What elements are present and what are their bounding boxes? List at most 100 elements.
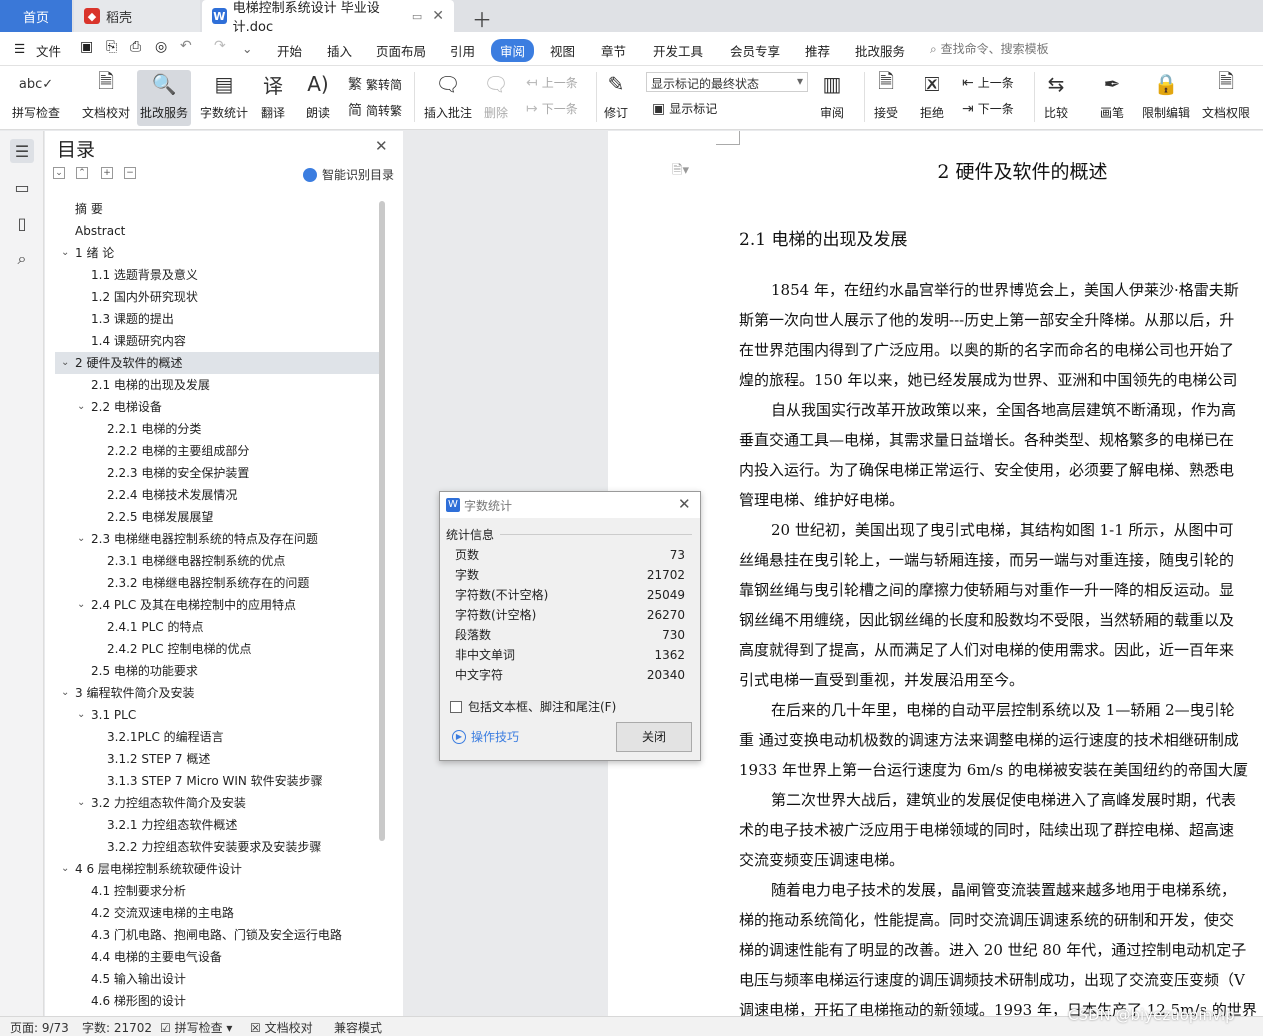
menu-member[interactable]: 会员专享: [730, 41, 780, 60]
pen-button[interactable]: ✒ 画笔: [1098, 70, 1126, 121]
toc-item[interactable]: 3.1.3 STEP 7 Micro WIN 软件安装步骤: [55, 770, 379, 792]
word-count-button[interactable]: ▤ 字数统计: [200, 70, 248, 121]
tab-daoke[interactable]: ◆ 稻壳: [74, 0, 200, 32]
doc-proof-button[interactable]: 🗎 文档校对: [82, 69, 130, 121]
chevron-down-icon[interactable]: ⌄: [61, 858, 69, 880]
menu-references[interactable]: 引用: [450, 41, 475, 60]
spell-check-button[interactable]: abc✓ 拼写检查: [12, 70, 60, 121]
print-icon[interactable]: ⎙: [130, 39, 141, 55]
chevron-down-icon[interactable]: ⌄: [61, 242, 69, 264]
toc-item[interactable]: 2.2.4 电梯技术发展情况: [55, 484, 379, 506]
toc-item[interactable]: ⌄ 4 6 层电梯控制系统软硬件设计: [55, 858, 379, 880]
toc-icon[interactable]: ☰: [10, 139, 34, 163]
doc-proof-status[interactable]: ☒ 文档校对: [250, 1019, 313, 1036]
toc-item[interactable]: ⌄ 3 编程软件简介及安装: [55, 682, 379, 704]
toc-item[interactable]: 2.4.1 PLC 的特点: [55, 616, 379, 638]
chevron-down-icon[interactable]: ⌄: [77, 704, 85, 726]
page-indicator[interactable]: 页面: 9/73: [10, 1019, 69, 1036]
toc-item[interactable]: ⌄ 2 硬件及软件的概述: [55, 352, 379, 374]
next-comment-button[interactable]: ↦ 下一条: [526, 100, 578, 117]
spell-check-status[interactable]: ☑ 拼写检查 ▾: [160, 1019, 232, 1036]
toc-item[interactable]: 2.5 电梯的功能要求: [55, 660, 379, 682]
undo-icon[interactable]: ↶: [180, 38, 192, 54]
redo-icon[interactable]: ↷: [214, 38, 226, 54]
smart-toc-button[interactable]: 智能识别目录: [303, 166, 394, 183]
close-icon[interactable]: ✕: [375, 137, 388, 155]
chevron-down-icon[interactable]: ⌄: [77, 396, 85, 418]
menu-insert[interactable]: 插入: [327, 41, 352, 60]
collapse-all-icon[interactable]: ⌃: [76, 167, 88, 179]
toc-item[interactable]: 1.4 课题研究内容: [55, 330, 379, 352]
toc-item[interactable]: 1.2 国内外研究现状: [55, 286, 379, 308]
toc-item[interactable]: ⌄ 2.3 电梯继电器控制系统的特点及存在问题: [55, 528, 379, 550]
expand-all-icon[interactable]: ⌄: [53, 167, 65, 179]
toc-item[interactable]: ⌄ 2.2 电梯设备: [55, 396, 379, 418]
monitor-icon[interactable]: ▭: [412, 10, 422, 23]
toc-item[interactable]: 4.4 电梯的主要电气设备: [55, 946, 379, 968]
menu-start[interactable]: 开始: [277, 41, 302, 60]
toc-item[interactable]: 2.3.1 电梯继电器控制系统的优点: [55, 550, 379, 572]
menu-correction[interactable]: 批改服务: [855, 41, 905, 60]
review-pane-button[interactable]: ▥ 审阅: [818, 70, 846, 121]
compare-button[interactable]: ⇆ 比较: [1042, 70, 1070, 121]
toc-item[interactable]: 1.1 选题背景及意义: [55, 264, 379, 286]
toc-item[interactable]: 4.2 交流双速电梯的主电路: [55, 902, 379, 924]
toc-item[interactable]: 2.2.3 电梯的安全保护装置: [55, 462, 379, 484]
document-page[interactable]: 🗎▾ 2 硬件及软件的概述 2.1 电梯的出现及发展 1854 年，在纽约水晶宫…: [608, 131, 1263, 1016]
close-tab-icon[interactable]: ✕: [432, 8, 444, 24]
chevron-down-icon[interactable]: ⌄: [61, 682, 69, 704]
menu-view[interactable]: 视图: [550, 41, 575, 60]
toc-item[interactable]: 3.2.1 力控组态软件概述: [55, 814, 379, 836]
toc-item[interactable]: 4.5 输入输出设计: [55, 968, 379, 990]
close-button[interactable]: 关闭: [616, 722, 692, 752]
remove-heading-icon[interactable]: −: [124, 167, 136, 179]
export-pdf-icon[interactable]: ⎘: [106, 39, 117, 55]
toc-item[interactable]: ⌄ 3.2 力控组态软件简介及安装: [55, 792, 379, 814]
tab-document[interactable]: W 电梯控制系统设计 毕业设计.doc ▭ ✕: [202, 0, 454, 35]
insert-comment-button[interactable]: 🗨 插入批注: [424, 70, 472, 121]
toc-item[interactable]: 3.2.1PLC 的编程语言: [55, 726, 379, 748]
toc-item[interactable]: ⌄ 3.1 PLC: [55, 704, 379, 726]
toc-item[interactable]: ⌄ 1 绪 论: [55, 242, 379, 264]
toc-item[interactable]: 4.6 梯形图的设计: [55, 990, 379, 1012]
new-tab-button[interactable]: ＋: [462, 2, 502, 34]
menu-recommend[interactable]: 推荐: [805, 41, 830, 60]
checkbox-box[interactable]: [450, 700, 462, 713]
toc-item[interactable]: 2.2.2 电梯的主要组成部分: [55, 440, 379, 462]
more-dropdown-icon[interactable]: ⌄: [242, 41, 252, 56]
save-icon[interactable]: ▣: [80, 39, 93, 55]
bookmark-icon[interactable]: ▯: [10, 211, 34, 235]
translate-button[interactable]: 译 翻译: [259, 70, 287, 121]
correction-service-button[interactable]: 🔍 批改服务: [137, 70, 192, 126]
delete-comment-button[interactable]: 🗨 删除: [482, 70, 510, 121]
preview-icon[interactable]: ◎: [155, 39, 167, 55]
prev-comment-button[interactable]: ↤ 上一条: [526, 74, 578, 91]
toc-item[interactable]: 2.3.2 电梯继电器控制系统存在的问题: [55, 572, 379, 594]
toc-item[interactable]: Abstract: [55, 220, 379, 242]
reject-button[interactable]: 🗷 拒绝: [918, 70, 946, 121]
doc-permission-button[interactable]: 🗎 文档权限: [1202, 69, 1250, 121]
add-heading-icon[interactable]: +: [101, 167, 113, 179]
tab-home[interactable]: 首页: [0, 0, 72, 32]
toc-item[interactable]: 4.3 门机电路、抱闸电路、门锁及安全运行电路: [55, 924, 379, 946]
toc-item[interactable]: 3.1.2 STEP 7 概述: [55, 748, 379, 770]
menu-review[interactable]: 审阅: [491, 39, 535, 62]
track-changes-button[interactable]: ✎ 修订: [602, 70, 630, 121]
toc-item[interactable]: ⌄ 2.4 PLC 及其在电梯控制中的应用特点: [55, 594, 379, 616]
read-aloud-button[interactable]: A) 朗读: [304, 70, 332, 121]
simp-to-trad-button[interactable]: 简简转繁: [348, 100, 402, 120]
next-change-button[interactable]: ⇥ 下一条: [962, 100, 1014, 117]
tips-link[interactable]: ▶ 操作技巧: [452, 728, 519, 745]
toc-item[interactable]: 2.2.5 电梯发展展望: [55, 506, 379, 528]
chevron-down-icon[interactable]: ⌄: [61, 352, 69, 374]
menu-chapter[interactable]: 章节: [601, 41, 626, 60]
show-markup-button[interactable]: ▣ 显示标记: [652, 100, 717, 117]
chevron-down-icon[interactable]: ⌄: [77, 792, 85, 814]
toc-scrollbar[interactable]: [379, 201, 385, 841]
toc-item[interactable]: 2.2.1 电梯的分类: [55, 418, 379, 440]
prev-change-button[interactable]: ⇤ 上一条: [962, 74, 1014, 91]
search-icon[interactable]: ⌕: [10, 247, 34, 271]
chevron-down-icon[interactable]: ⌄: [77, 594, 85, 616]
accept-button[interactable]: 🗎 接受: [872, 69, 900, 121]
menu-file[interactable]: 文件: [36, 41, 61, 60]
